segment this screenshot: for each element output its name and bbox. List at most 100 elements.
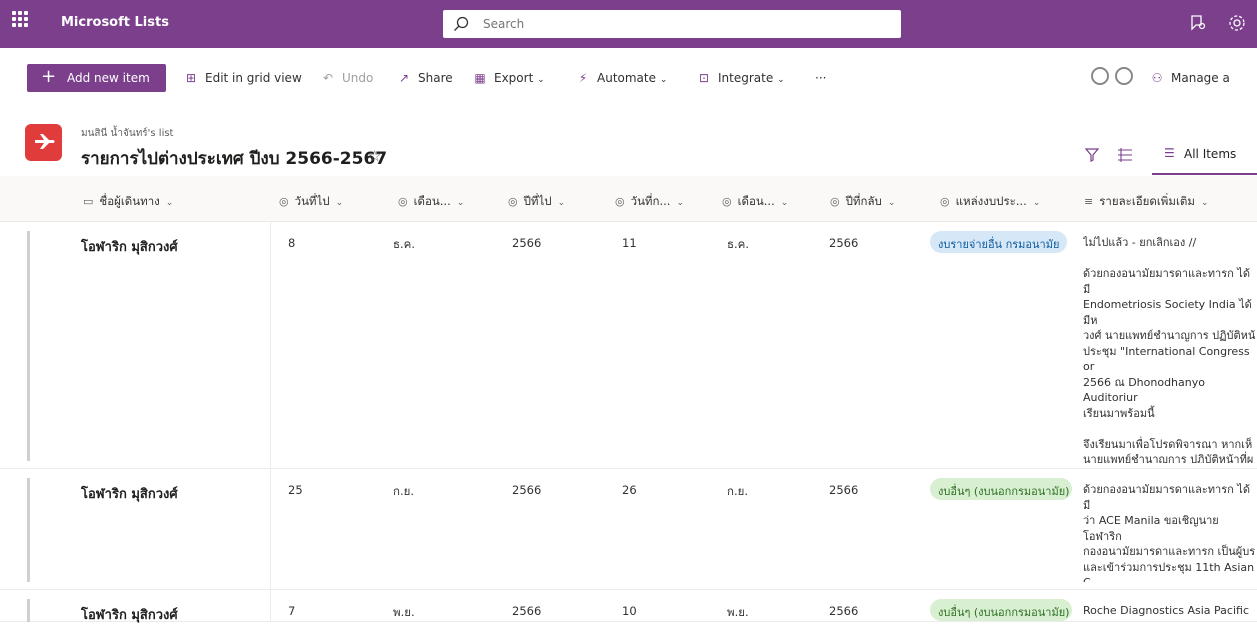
- favorite-star-icon[interactable]: ☆: [368, 147, 381, 165]
- manage-access-button[interactable]: ⚇ Manage a: [1149, 71, 1230, 85]
- page-title: รายการไปต่างประเทศ ปีงบ 2566-2567: [81, 149, 388, 169]
- table-row[interactable]: โอฬาริก มุสิกวงศ์ 7 พ.ย. 2566 10 พ.ย. 25…: [0, 591, 1257, 623]
- return-year: 2566: [829, 236, 859, 250]
- app-title[interactable]: Microsoft Lists: [61, 15, 169, 30]
- column-header-traveler[interactable]: ▭ ชื่อผู้เดินทาง ⌄: [83, 193, 173, 211]
- integrate-icon: ⊡: [698, 71, 710, 85]
- column-header-details[interactable]: ≡ รายละเอียดเพิ่มเติม ⌄: [1084, 193, 1208, 211]
- feedback-icon[interactable]: [1189, 14, 1209, 34]
- share-button[interactable]: ↗ Share: [396, 71, 453, 85]
- depart-day: 7: [288, 604, 296, 618]
- return-day: 26: [622, 483, 637, 497]
- return-day: 11: [622, 236, 637, 250]
- column-divider: [270, 222, 271, 622]
- view-switcher-icon[interactable]: [1117, 148, 1133, 165]
- edit-grid-view-button[interactable]: ⊞ Edit in grid view: [183, 71, 302, 85]
- suite-bar: Microsoft Lists: [0, 0, 1257, 48]
- choice-column-icon: ◎: [940, 195, 950, 208]
- choice-column-icon: ◎: [722, 195, 732, 208]
- integrate-button[interactable]: ⊡ Integrate ⌄: [696, 71, 785, 85]
- return-month: ธ.ค.: [727, 237, 750, 251]
- chevron-down-icon: ⌄: [537, 75, 545, 85]
- command-bar: + Add new item ⊞ Edit in grid view ↶ Undo …: [0, 48, 1257, 106]
- settings-gear-icon[interactable]: [1228, 14, 1248, 34]
- budget-source-badge: งบอื่นๆ (งบนอกกรมอนามัย): [930, 478, 1072, 500]
- return-day: 10: [622, 604, 637, 618]
- excel-icon: ▦: [474, 71, 486, 85]
- table-row[interactable]: โอฬาริก มุสิกวงศ์ 25 ก.ย. 2566 26 ก.ย. 2…: [0, 470, 1257, 590]
- choice-column-icon: ◎: [508, 195, 518, 208]
- column-header-budget-source[interactable]: ◎ แหล่งงบประ... ⌄: [940, 193, 1040, 211]
- filter-icon[interactable]: [1084, 148, 1100, 165]
- choice-column-icon: ◎: [398, 195, 408, 208]
- more-options-button[interactable]: ···: [815, 71, 826, 85]
- search-box[interactable]: [443, 10, 901, 38]
- return-year: 2566: [829, 483, 859, 497]
- chevron-down-icon: ⌄: [1032, 198, 1041, 208]
- chevron-down-icon: ⌄: [777, 75, 785, 85]
- choice-column-icon: ◎: [279, 195, 289, 208]
- automate-button[interactable]: ⚡ Automate ⌄: [575, 71, 668, 85]
- chevron-down-icon: ⌄: [676, 198, 684, 208]
- chevron-down-icon: ⌄: [335, 198, 344, 208]
- column-header-depart-day[interactable]: ◎ วันที่ไป ⌄: [279, 193, 343, 211]
- column-header-return-day[interactable]: ◎ วันที่ก... ⌄: [615, 193, 684, 211]
- details-text: Roche Diagnostics Asia Pacific ขอ: [1083, 604, 1249, 621]
- search-input[interactable]: [481, 14, 881, 34]
- column-header-return-month[interactable]: ◎ เดือน... ⌄: [722, 193, 788, 211]
- column-header-depart-year[interactable]: ◎ ปีที่ไป ⌄: [508, 193, 565, 211]
- undo-icon: ↶: [322, 71, 334, 85]
- avatar[interactable]: [1091, 67, 1109, 85]
- chevron-down-icon: ⌄: [1200, 198, 1209, 208]
- details-text: ด้วยกองอนามัยมารดาและทารก ได้มี ว่า ACE …: [1083, 483, 1256, 582]
- return-month: ก.ย.: [727, 484, 749, 498]
- column-header-row: ▭ ชื่อผู้เดินทาง ⌄ ◎ วันที่ไป ⌄ ◎ เดือน... ⌄ ◎…: [0, 176, 1257, 222]
- share-icon: ↗: [398, 71, 410, 85]
- chevron-down-icon: ⌄: [557, 198, 566, 208]
- depart-year: 2566: [512, 483, 542, 497]
- chevron-down-icon: ⌄: [659, 75, 668, 85]
- tab-all-items[interactable]: ☰ All Items: [1152, 133, 1257, 175]
- person-icon: ⚇: [1151, 71, 1163, 85]
- list-view-icon: ☰: [1164, 146, 1175, 160]
- list-airplane-icon: [25, 124, 62, 161]
- traveler-name[interactable]: โอฬาริก มุสิกวงศ์: [81, 236, 178, 257]
- text-column-icon: ▭: [83, 195, 94, 208]
- choice-column-icon: ◎: [830, 195, 840, 208]
- chevron-down-icon: ⌄: [780, 198, 789, 208]
- details-text: ไม่ไปแล้ว - ยกเลิกเอง // ด้วยกองอนามัยมา…: [1083, 236, 1256, 463]
- plus-icon: +: [41, 66, 57, 87]
- chevron-down-icon: ⌄: [165, 198, 174, 208]
- row-selection-bar[interactable]: [27, 231, 30, 461]
- return-year: 2566: [829, 604, 859, 618]
- column-header-return-year[interactable]: ◎ ปีที่กลับ ⌄: [830, 193, 895, 211]
- return-month: พ.ย.: [727, 605, 749, 619]
- row-selection-bar[interactable]: [27, 478, 30, 582]
- depart-day: 8: [288, 236, 296, 250]
- export-button[interactable]: ▦ Export ⌄: [472, 71, 545, 85]
- depart-month: พ.ย.: [393, 605, 415, 619]
- avatar[interactable]: [1115, 67, 1133, 85]
- app-launcher-icon[interactable]: [12, 11, 38, 37]
- undo-button[interactable]: ↶ Undo: [320, 71, 373, 85]
- list-grid: ▭ ชื่อผู้เดินทาง ⌄ ◎ วันที่ไป ⌄ ◎ เดือน... ⌄ ◎…: [0, 176, 1257, 623]
- flow-icon: ⚡: [578, 71, 588, 85]
- choice-column-icon: ◎: [615, 195, 625, 208]
- depart-day: 25: [288, 483, 303, 497]
- search-icon: [454, 16, 469, 31]
- row-selection-bar[interactable]: [27, 599, 30, 622]
- table-row[interactable]: โอฬาริก มุสิกวงศ์ 8 ธ.ค. 2566 11 ธ.ค. 25…: [0, 223, 1257, 469]
- budget-source-badge: งบอื่นๆ (งบนอกกรมอนามัย): [930, 599, 1072, 621]
- chevron-down-icon: ⌄: [456, 198, 465, 208]
- depart-year: 2566: [512, 604, 542, 618]
- grid-icon: ⊞: [185, 71, 197, 85]
- depart-year: 2566: [512, 236, 542, 250]
- depart-month: ก.ย.: [393, 484, 415, 498]
- multiline-text-icon: ≡: [1084, 195, 1094, 208]
- add-new-item-button[interactable]: + Add new item: [27, 64, 166, 92]
- budget-source-badge: งบรายจ่ายอื่น กรมอนามัย: [930, 231, 1068, 253]
- traveler-name[interactable]: โอฬาริก มุสิกวงศ์: [81, 483, 178, 504]
- column-header-depart-month[interactable]: ◎ เดือน... ⌄: [398, 193, 464, 211]
- depart-month: ธ.ค.: [393, 237, 416, 251]
- chevron-down-icon: ⌄: [887, 198, 896, 208]
